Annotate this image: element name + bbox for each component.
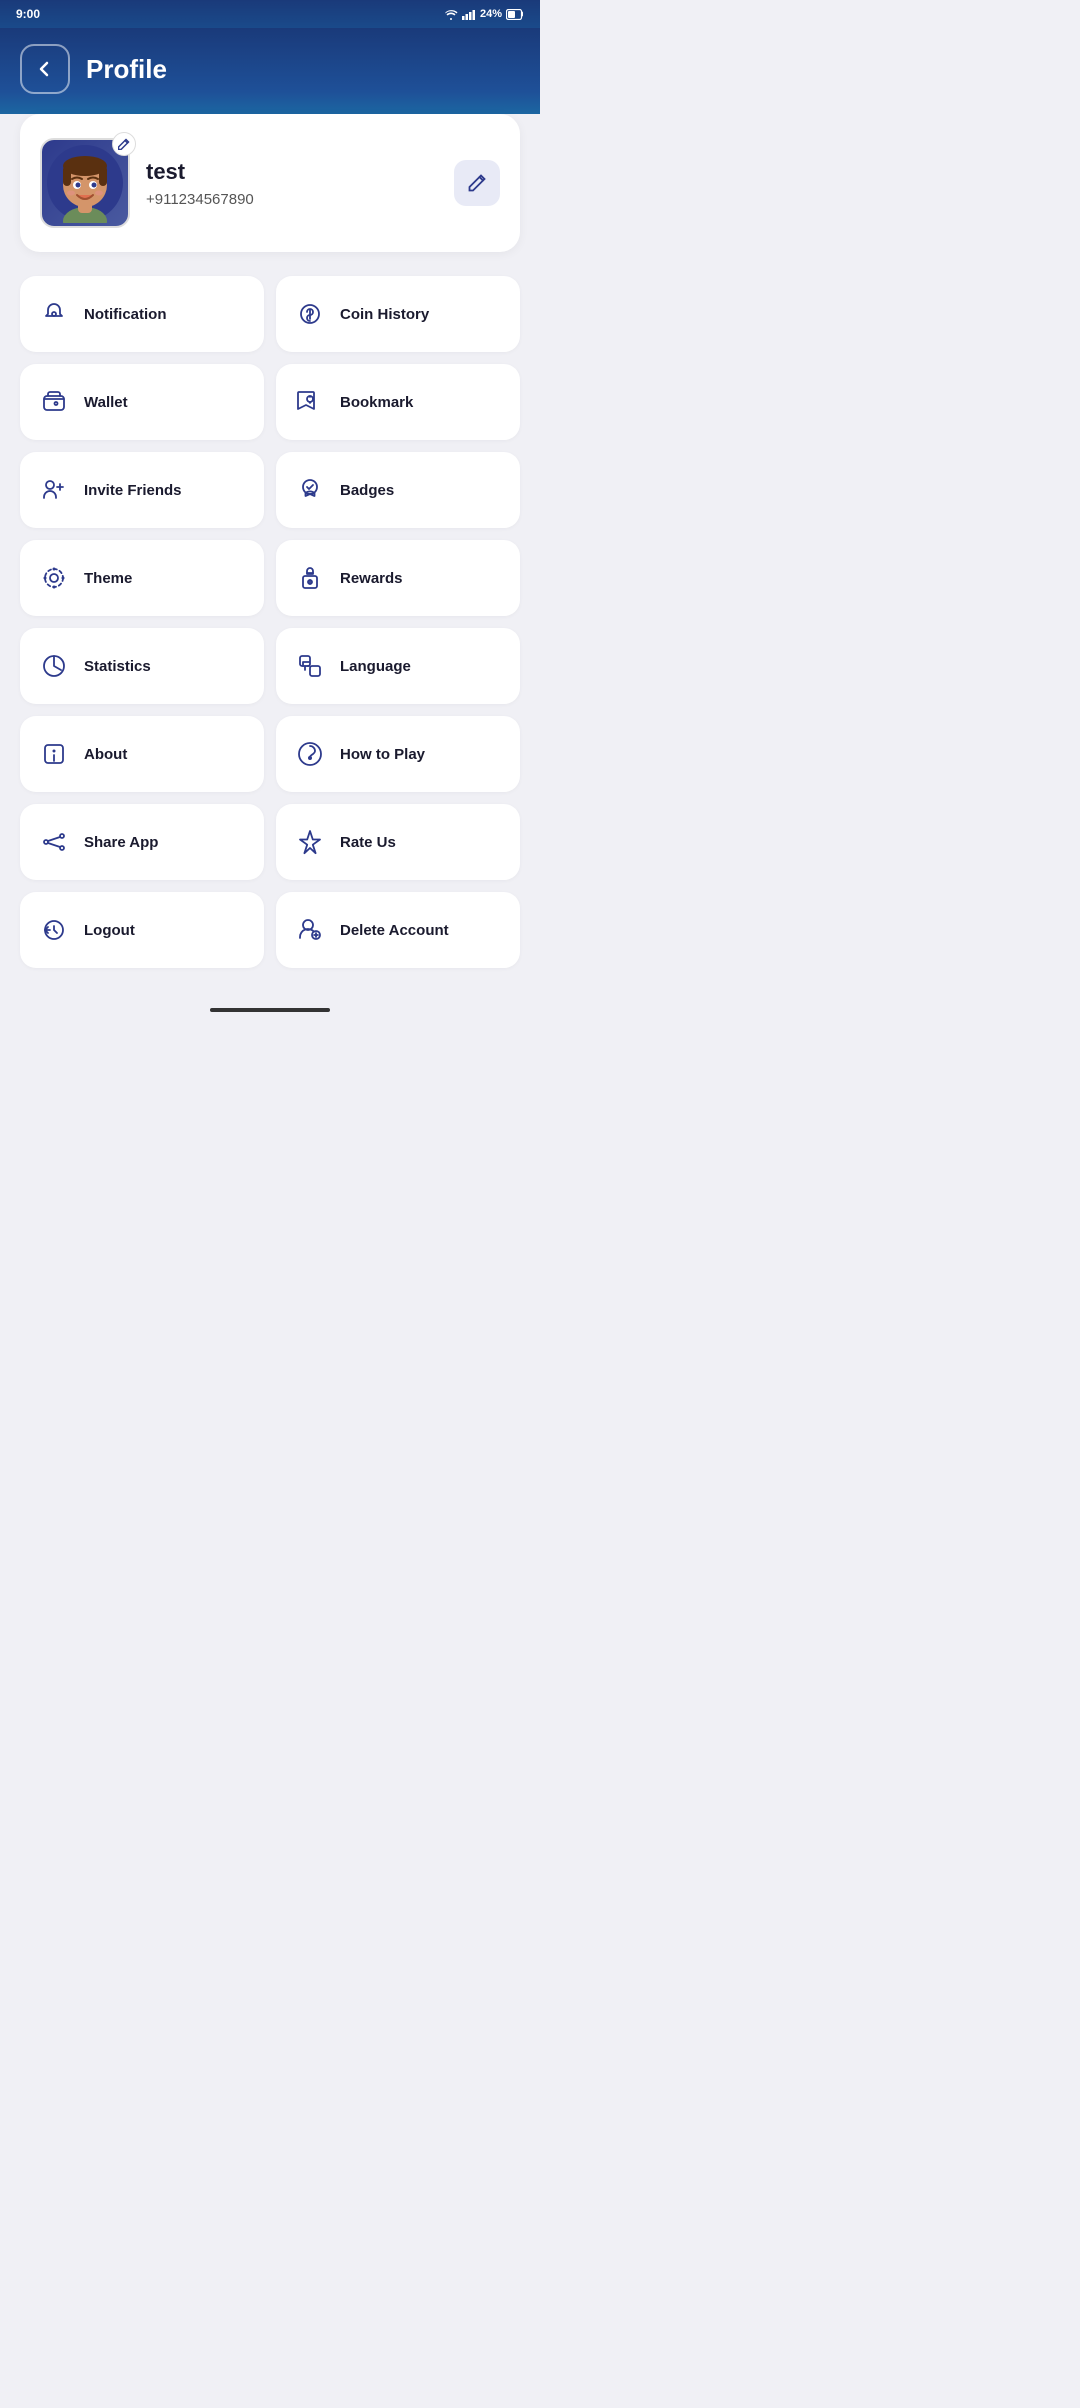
menu-label-share-app: Share App	[84, 834, 158, 851]
menu-label-badges: Badges	[340, 482, 394, 499]
avatar-edit-badge[interactable]	[112, 132, 136, 156]
menu-item-badges[interactable]: Badges	[276, 452, 520, 528]
status-icons: 24%	[444, 8, 524, 20]
menu-item-bookmark[interactable]: Bookmark	[276, 364, 520, 440]
badge-icon	[292, 472, 328, 508]
home-indicator	[0, 998, 540, 1022]
menu-label-about: About	[84, 746, 127, 763]
menu-label-theme: Theme	[84, 570, 132, 587]
menu-item-rewards[interactable]: Rewards	[276, 540, 520, 616]
status-time: 9:00	[16, 7, 40, 21]
delete-icon	[292, 912, 328, 948]
coin-icon	[292, 296, 328, 332]
wallet-icon	[36, 384, 72, 420]
menu-item-wallet[interactable]: Wallet	[20, 364, 264, 440]
menu-label-bookmark: Bookmark	[340, 394, 413, 411]
edit-profile-button[interactable]	[454, 160, 500, 206]
menu-label-delete-account: Delete Account	[340, 922, 449, 939]
menu-item-how-to-play[interactable]: How to Play	[276, 716, 520, 792]
menu-item-theme[interactable]: Theme	[20, 540, 264, 616]
menu-item-notification[interactable]: Notification	[20, 276, 264, 352]
invite-icon	[36, 472, 72, 508]
profile-info: test +911234567890	[146, 159, 438, 208]
menu-label-rewards: Rewards	[340, 570, 403, 587]
menu-grid: Notification Coin History Wallet Bookmar…	[20, 276, 520, 968]
theme-icon	[36, 560, 72, 596]
bell-icon	[36, 296, 72, 332]
bookmark-icon	[292, 384, 328, 420]
menu-item-logout[interactable]: Logout	[20, 892, 264, 968]
menu-label-invite-friends: Invite Friends	[84, 482, 182, 499]
menu-label-logout: Logout	[84, 922, 135, 939]
share-icon	[36, 824, 72, 860]
rewards-icon	[292, 560, 328, 596]
home-bar	[210, 1008, 330, 1012]
menu-item-delete-account[interactable]: Delete Account	[276, 892, 520, 968]
menu-label-rate-us: Rate Us	[340, 834, 396, 851]
menu-item-statistics[interactable]: Statistics	[20, 628, 264, 704]
menu-label-notification: Notification	[84, 306, 167, 323]
howtoplay-icon	[292, 736, 328, 772]
menu-label-wallet: Wallet	[84, 394, 128, 411]
menu-item-language[interactable]: Language	[276, 628, 520, 704]
logout-icon	[36, 912, 72, 948]
menu-label-how-to-play: How to Play	[340, 746, 425, 763]
menu-item-about[interactable]: About	[20, 716, 264, 792]
about-icon	[36, 736, 72, 772]
profile-name: test	[146, 159, 438, 185]
menu-label-coin-history: Coin History	[340, 306, 429, 323]
statistics-icon	[36, 648, 72, 684]
profile-phone: +911234567890	[146, 191, 438, 208]
content-area: test +911234567890 Notification Coin His…	[0, 114, 540, 998]
page-title: Profile	[86, 54, 167, 85]
menu-item-coin-history[interactable]: Coin History	[276, 276, 520, 352]
menu-item-share-app[interactable]: Share App	[20, 804, 264, 880]
menu-item-invite-friends[interactable]: Invite Friends	[20, 452, 264, 528]
rateus-icon	[292, 824, 328, 860]
menu-label-statistics: Statistics	[84, 658, 151, 675]
menu-item-rate-us[interactable]: Rate Us	[276, 804, 520, 880]
battery-text: 24%	[480, 8, 502, 20]
avatar-container	[40, 138, 130, 228]
language-icon	[292, 648, 328, 684]
status-bar: 9:00 24%	[0, 0, 540, 28]
back-button[interactable]	[20, 44, 70, 94]
profile-card: test +911234567890	[20, 114, 520, 252]
menu-label-language: Language	[340, 658, 411, 675]
